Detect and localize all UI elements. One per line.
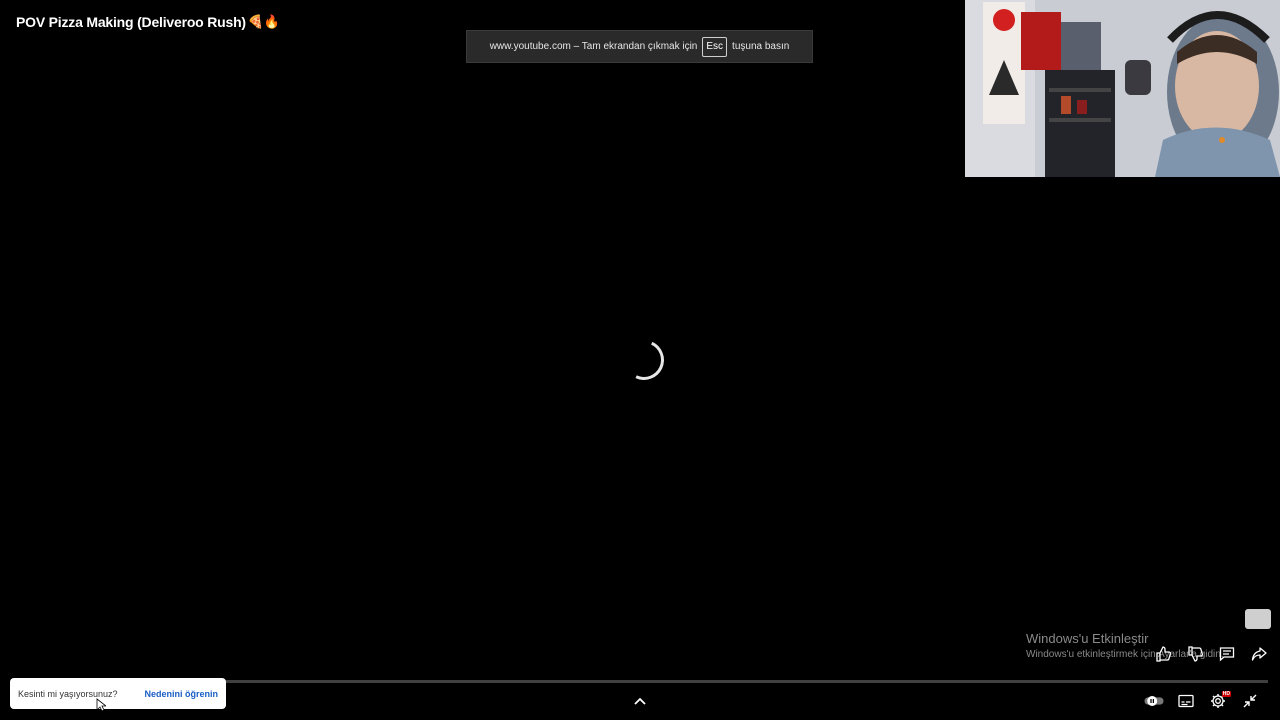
thumbs-down-icon[interactable] xyxy=(1184,643,1206,665)
loading-spinner xyxy=(618,334,670,386)
webcam-overlay xyxy=(965,0,1280,177)
video-title-text: POV Pizza Making (Deliveroo Rush) xyxy=(16,14,246,30)
exit-fullscreen-icon[interactable] xyxy=(1240,690,1260,712)
esc-key-hint: Esc xyxy=(702,36,728,57)
buffering-toast: Kesinti mi yaşıyorsunuz? Nedenini öğreni… xyxy=(10,678,226,709)
webcam-illustration xyxy=(965,0,1280,177)
banner-suffix: tuşuna basın xyxy=(732,41,790,52)
learn-why-link[interactable]: Nedenini öğrenin xyxy=(144,689,218,699)
comments-icon[interactable] xyxy=(1216,643,1238,665)
video-title: POV Pizza Making (Deliveroo Rush) 🍕🔥 xyxy=(16,14,280,30)
mouse-cursor xyxy=(96,698,108,712)
gear-icon[interactable]: HD xyxy=(1208,690,1231,712)
channel-avatar[interactable] xyxy=(1245,609,1271,629)
subtitles-icon[interactable] xyxy=(1176,690,1196,712)
toast-message: Kesinti mi yaşıyorsunuz? xyxy=(18,688,118,699)
thumbs-up-icon[interactable] xyxy=(1152,643,1174,665)
banner-prefix: www.youtube.com – Tam ekrandan çıkmak iç… xyxy=(489,41,698,52)
hd-badge: HD xyxy=(1221,691,1231,697)
fullscreen-exit-banner: www.youtube.com – Tam ekrandan çıkmak iç… xyxy=(466,30,813,63)
title-emojis: 🍕🔥 xyxy=(247,14,280,29)
video-actions xyxy=(1152,643,1270,665)
chevron-up-icon[interactable] xyxy=(632,693,648,709)
player-controls: HD xyxy=(1144,690,1260,712)
share-icon[interactable] xyxy=(1248,643,1270,665)
autoplay-toggle-icon[interactable] xyxy=(1144,690,1164,712)
